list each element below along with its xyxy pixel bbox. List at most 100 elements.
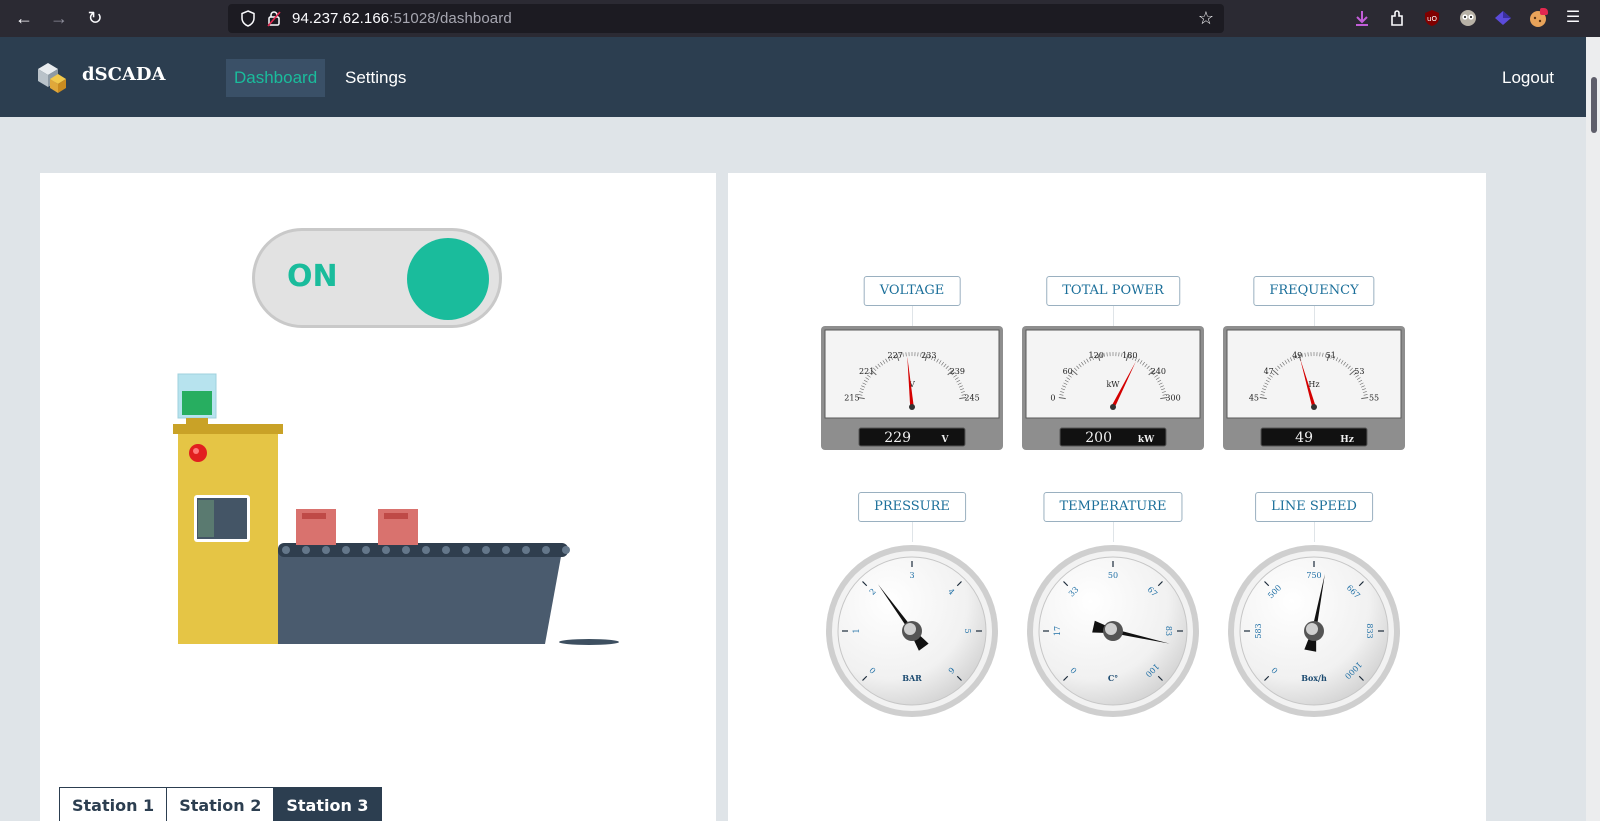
- nav-settings[interactable]: Settings: [337, 59, 414, 97]
- pressure-dial: 0123456BAR: [826, 545, 998, 717]
- meter-pivot: [1311, 404, 1317, 410]
- linespeed-dial: 05835007506678331000Box/h: [1228, 545, 1400, 717]
- extensions-icon[interactable]: [1388, 8, 1408, 28]
- dial-hub-cap: [904, 623, 916, 635]
- power-title: TOTAL POWER: [1046, 276, 1180, 306]
- downloads-icon[interactable]: [1352, 8, 1372, 28]
- tab-station-2[interactable]: Station 2: [167, 787, 275, 821]
- dial-hub-cap: [1306, 623, 1318, 635]
- svg-text:uO: uO: [1427, 15, 1437, 23]
- station-tabs: Station 1 Station 2 Station 3: [59, 787, 382, 821]
- meter-readout-unit: kW: [1138, 435, 1155, 445]
- belt-roller: [342, 546, 350, 554]
- menu-icon[interactable]: ☰: [1562, 7, 1584, 29]
- dial-tick-label: 83: [1164, 626, 1173, 636]
- meter-tick-label: 233: [921, 351, 936, 360]
- scrollbar-thumb[interactable]: [1591, 77, 1597, 133]
- dial-unit-label: Box/h: [1301, 673, 1327, 683]
- address-bar[interactable]: 94.237.62.166:51028/dashboard ☆: [228, 4, 1224, 33]
- meter-tick-label: 0: [1050, 394, 1055, 403]
- eyes-extension-icon[interactable]: [1458, 8, 1478, 28]
- meter-tick-label: 227: [888, 351, 903, 360]
- frequency-meter: 45 47 49 51 53 55 Hz 49 Hz: [1223, 326, 1405, 450]
- meter-tick-label: 120: [1089, 351, 1104, 360]
- meter-tick-label: 51: [1326, 351, 1336, 360]
- belt-roller: [502, 546, 510, 554]
- dial-tick-label: 833: [1365, 623, 1374, 638]
- cookie-extension-icon[interactable]: [1528, 8, 1548, 28]
- browser-toolbar: ← → ↻ 94.237.62.166:51028/dashboard ☆ uO…: [0, 0, 1600, 37]
- meter-readout-value: 200: [1085, 430, 1112, 446]
- drop-shadow: [559, 639, 619, 645]
- logout-link[interactable]: Logout: [1502, 59, 1554, 97]
- dial-tick-label: 17: [1053, 626, 1062, 636]
- lock-insecure-icon[interactable]: [266, 10, 282, 27]
- power-meter: 0 60 120 180 240 300 kW 200 kW: [1022, 326, 1204, 450]
- layers-extension-icon[interactable]: [1493, 8, 1513, 28]
- dial-tick-label: 583: [1254, 623, 1263, 638]
- meter-tick-label: 45: [1249, 394, 1259, 403]
- belt-roller: [402, 546, 410, 554]
- belt-roller: [462, 546, 470, 554]
- bookmark-star-icon[interactable]: ☆: [1198, 8, 1214, 29]
- meter-unit-label: Hz: [1308, 380, 1319, 389]
- conveyor-machine-illustration: [173, 373, 619, 645]
- ublock-icon[interactable]: uO: [1422, 8, 1442, 28]
- signal-light-base: [186, 418, 208, 424]
- dial-unit-label: BAR: [902, 673, 922, 683]
- meter-tick-label: 215: [844, 394, 859, 403]
- conveyor-rollers: [282, 546, 570, 554]
- belt-roller: [282, 546, 290, 554]
- belt-roller: [482, 546, 490, 554]
- belt-roller: [522, 546, 530, 554]
- cabinet-top: [173, 424, 283, 434]
- meter-readout-unit: V: [941, 435, 950, 445]
- belt-roller: [422, 546, 430, 554]
- shield-icon[interactable]: [240, 10, 256, 27]
- meter-unit-label: kW: [1106, 380, 1120, 389]
- meter-readout-value: 49: [1295, 430, 1313, 446]
- linespeed-title: LINE SPEED: [1255, 492, 1373, 522]
- temperature-dial: 01733506783100C°: [1027, 545, 1199, 717]
- page-scrollbar[interactable]: [1586, 37, 1600, 821]
- frequency-title: FREQUENCY: [1253, 276, 1375, 306]
- meter-readout-unit: Hz: [1340, 435, 1354, 445]
- meter-tick-label: 239: [950, 367, 965, 376]
- meter-pivot: [1110, 404, 1116, 410]
- meter-tick-label: 47: [1264, 367, 1274, 376]
- station-control-panel: ON Station 1 Station 2 Station 3: [40, 173, 716, 821]
- tab-station-1[interactable]: Station 1: [59, 787, 168, 821]
- dscada-logo-icon: [38, 63, 66, 93]
- dial-hub-cap: [1105, 623, 1117, 635]
- belt-roller: [302, 546, 310, 554]
- belt-roller: [542, 546, 550, 554]
- meter-tick-label: 180: [1122, 351, 1137, 360]
- dial-tick-label: 1: [852, 628, 861, 633]
- reload-icon[interactable]: ↻: [84, 7, 106, 29]
- tab-station-3[interactable]: Station 3: [274, 787, 382, 821]
- voltage-meter: 215221227 233239245V229 V: [821, 326, 1003, 450]
- gauges-panel: VOLTAGE 215 221 227 233 239 245 V 229 V TOTAL PO…: [728, 173, 1486, 821]
- back-icon[interactable]: ←: [13, 7, 35, 29]
- meter-pivot: [909, 404, 915, 410]
- dial-tick-label: 50: [1108, 571, 1118, 580]
- meter-tick-label: 300: [1165, 394, 1180, 403]
- meter-tick-label: 55: [1369, 394, 1379, 403]
- conveyor-body: [278, 551, 562, 644]
- belt-roller: [382, 546, 390, 554]
- meter-tick-label: 49: [1292, 351, 1302, 360]
- belt-roller: [562, 546, 570, 554]
- dial-tick-label: 5: [963, 628, 972, 633]
- temperature-title: TEMPERATURE: [1043, 492, 1183, 522]
- meter-tick-label: 60: [1063, 367, 1073, 376]
- brand-name[interactable]: dSCADA: [82, 64, 165, 85]
- forward-icon[interactable]: →: [48, 7, 70, 29]
- pressure-title: PRESSURE: [858, 492, 966, 522]
- url-text[interactable]: 94.237.62.166:51028/dashboard: [292, 10, 512, 27]
- nav-dashboard[interactable]: Dashboard: [226, 59, 326, 97]
- dial-tick-label: 750: [1306, 571, 1321, 580]
- meter-tick-label: 221: [859, 367, 874, 376]
- meter-tick-label: 245: [964, 394, 979, 403]
- meter-tick-label: 240: [1151, 367, 1166, 376]
- meter-readout-value: 229: [884, 430, 911, 446]
